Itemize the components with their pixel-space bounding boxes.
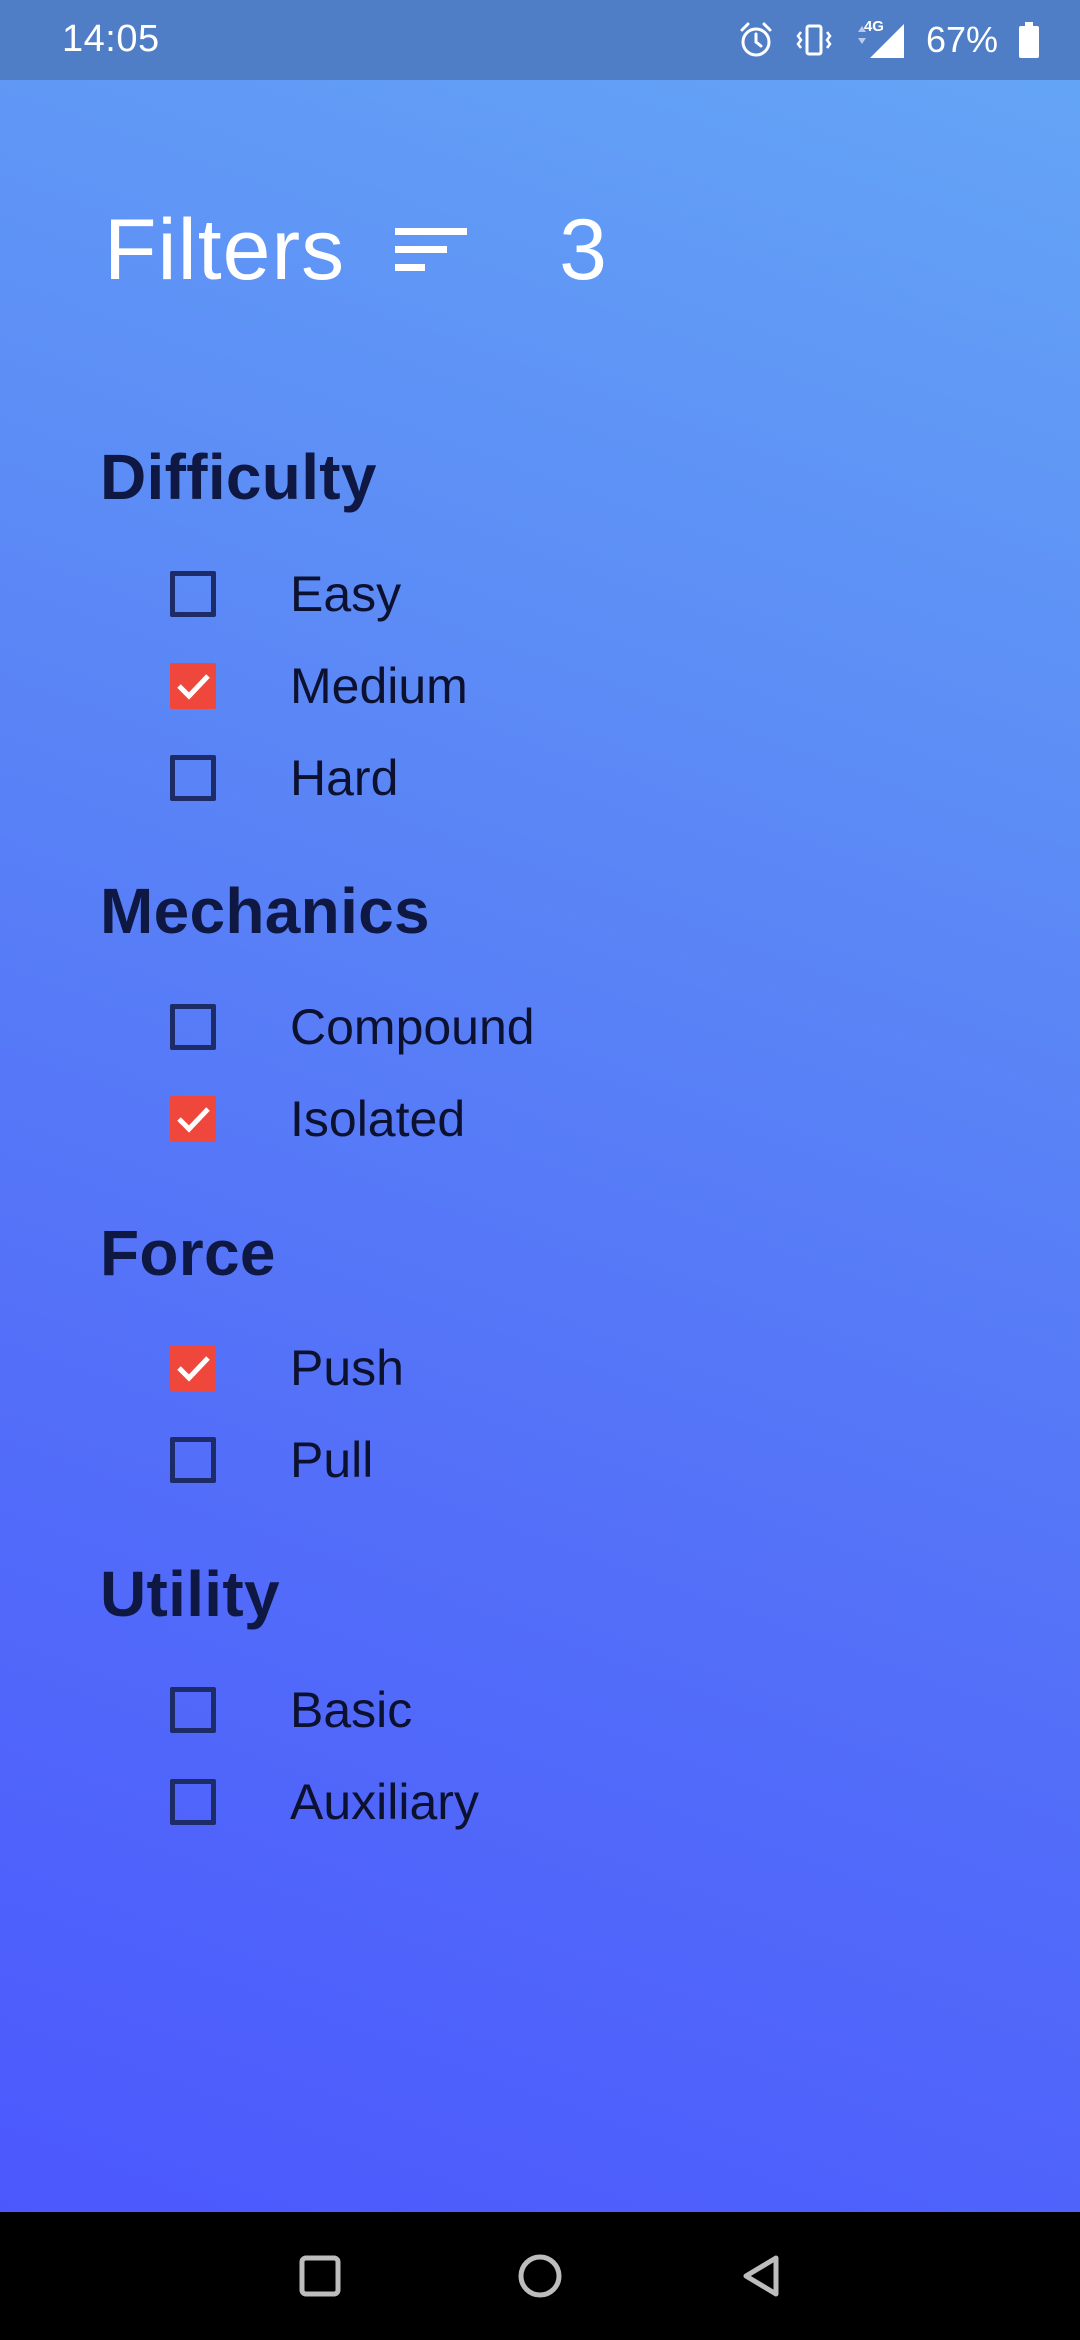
- option-label-hard: Hard: [290, 750, 399, 806]
- checkbox-pull[interactable]: [170, 1437, 216, 1483]
- vibrate-icon: [794, 20, 834, 60]
- checkbox-hard[interactable]: [170, 755, 216, 801]
- checkbox-medium[interactable]: [170, 663, 216, 709]
- battery-percentage: 67%: [925, 19, 998, 60]
- home-icon: [518, 2254, 562, 2298]
- option-basic[interactable]: Basic: [170, 1680, 412, 1740]
- option-hard[interactable]: Hard: [170, 748, 398, 808]
- checkbox-basic[interactable]: [170, 1687, 216, 1733]
- option-easy[interactable]: Easy: [170, 564, 401, 624]
- option-label-compound: Compound: [290, 999, 535, 1055]
- option-label-auxiliary: Auxiliary: [290, 1774, 479, 1830]
- option-compound[interactable]: Compound: [170, 997, 535, 1057]
- checkbox-isolated[interactable]: [170, 1096, 216, 1142]
- status-bar: 14:05 4G 67%: [0, 0, 1080, 80]
- checkbox-compound[interactable]: [170, 1004, 216, 1050]
- back-icon: [743, 2255, 779, 2297]
- option-label-isolated: Isolated: [290, 1091, 466, 1147]
- status-icons: 4G 67%: [736, 14, 1040, 66]
- option-label-push: Push: [290, 1340, 404, 1396]
- checkbox-easy[interactable]: [170, 571, 216, 617]
- status-time: 14:05: [62, 18, 160, 60]
- section-title-utility: Utility: [100, 1558, 280, 1630]
- option-medium[interactable]: Medium: [170, 656, 468, 716]
- filters-screen: 14:05 4G 67% Filters 3 Difficulty Easy M…: [0, 0, 1080, 2340]
- section-title-mechanics: Mechanics: [100, 875, 430, 947]
- selected-filter-count: 3: [559, 201, 607, 298]
- checkbox-push[interactable]: [170, 1345, 216, 1391]
- option-label-pull: Pull: [290, 1432, 374, 1488]
- battery-icon: [1018, 20, 1040, 60]
- option-label-basic: Basic: [290, 1682, 413, 1738]
- recents-button[interactable]: [290, 2246, 350, 2306]
- alarm-icon: [736, 20, 776, 60]
- section-title-force: Force: [100, 1217, 276, 1289]
- page-title: Filters: [104, 201, 346, 298]
- recents-icon: [299, 2255, 341, 2297]
- option-pull[interactable]: Pull: [170, 1430, 373, 1490]
- checkbox-auxiliary[interactable]: [170, 1779, 216, 1825]
- home-button[interactable]: [510, 2246, 570, 2306]
- back-button[interactable]: [732, 2246, 792, 2306]
- option-label-medium: Medium: [290, 658, 468, 714]
- navigation-bar: [0, 2212, 1080, 2340]
- filters-header: Filters 3: [104, 200, 607, 300]
- sort-icon[interactable]: [345, 222, 471, 278]
- option-label-easy: Easy: [290, 566, 402, 622]
- option-push[interactable]: Push: [170, 1338, 404, 1398]
- option-isolated[interactable]: Isolated: [170, 1089, 465, 1149]
- signal-icon: 4G: [852, 18, 908, 62]
- section-title-difficulty: Difficulty: [100, 441, 377, 513]
- option-auxiliary[interactable]: Auxiliary: [170, 1772, 479, 1832]
